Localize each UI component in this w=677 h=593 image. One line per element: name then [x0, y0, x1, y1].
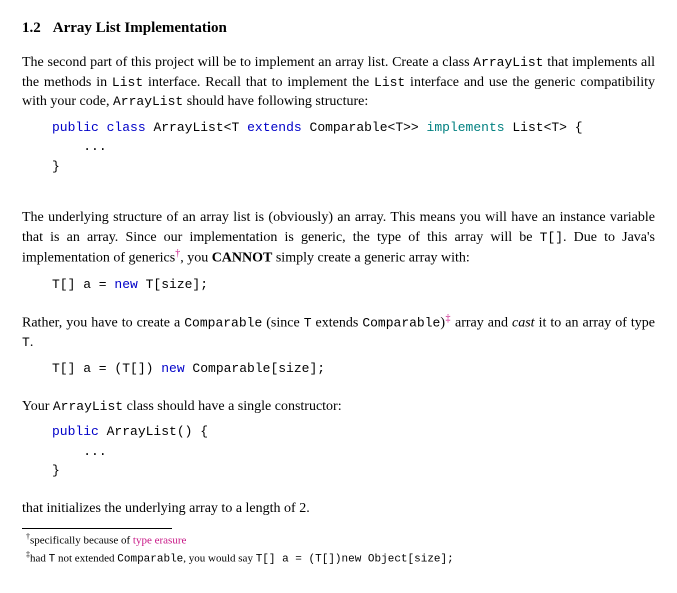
text: it to an array of type	[535, 316, 655, 331]
code-inline: List	[112, 75, 143, 90]
code-text: ArrayList() {	[99, 424, 208, 439]
text: had	[30, 553, 49, 565]
footnote-link[interactable]: type erasure	[133, 535, 186, 547]
footnote-1: †specifically because of type erasure	[32, 531, 655, 549]
code-inline: T[] a = (T[])new Object[size];	[256, 554, 454, 566]
code-block-bad-array: T[] a = new T[size];	[52, 275, 655, 295]
text: Your	[22, 399, 53, 414]
code-inline: T	[304, 316, 312, 331]
code-inline: T[]	[540, 230, 563, 245]
bold-text: CANNOT	[212, 251, 273, 266]
text: class should have a single constructor:	[123, 399, 342, 414]
code-inline: ArrayList	[473, 55, 543, 70]
code-text: T[] a =	[52, 277, 114, 292]
code-inline: Comparable	[362, 316, 440, 331]
text: simply create a generic array with:	[272, 251, 469, 266]
paragraph-init-length: that initializes the underlying array to…	[22, 499, 655, 519]
text: , you would say	[183, 553, 255, 565]
keyword: public	[52, 424, 99, 439]
text: not extended	[55, 553, 117, 565]
text: that initializes the underlying array to…	[22, 501, 310, 516]
footnote-separator	[22, 528, 172, 529]
keyword: new	[114, 277, 137, 292]
code-ellipsis: ...	[83, 139, 106, 154]
code-inline: T	[22, 335, 30, 350]
code-text: T[size];	[138, 277, 208, 292]
footnote-2: ‡had T not extended Comparable, you woul…	[32, 549, 655, 568]
code-inline: ArrayList	[53, 399, 123, 414]
code-ellipsis: ...	[83, 444, 106, 459]
italic-text: cast	[512, 316, 535, 331]
code-block-class-decl: public class ArrayList<T extends Compara…	[52, 118, 655, 177]
keyword: class	[107, 120, 146, 135]
code-text: }	[52, 159, 60, 174]
text: , you	[180, 251, 212, 266]
keyword: extends	[247, 120, 302, 135]
code-text: }	[52, 463, 60, 478]
code-text: Comparable<T>>	[310, 120, 419, 135]
text: interface. Recall that to implement the	[143, 75, 374, 90]
text: extends	[312, 316, 363, 331]
paragraph-cast-info: Rather, you have to create a Comparable …	[22, 312, 655, 353]
paragraph-array-info: The underlying structure of an array lis…	[22, 208, 655, 268]
text: .	[30, 335, 34, 350]
text: Rather, you have to create a	[22, 316, 184, 331]
text: should have following structure:	[183, 94, 368, 109]
code-block-good-array: T[] a = (T[]) new Comparable[size];	[52, 359, 655, 379]
text: specifically because of	[30, 535, 133, 547]
code-text: ArrayList<T	[153, 120, 239, 135]
keyword: implements	[427, 120, 505, 135]
code-inline: Comparable	[117, 554, 183, 566]
code-text: T[] a = (T[])	[52, 361, 161, 376]
section-heading: 1.2 Array List Implementation	[22, 18, 655, 39]
code-inline: Comparable	[184, 316, 262, 331]
section-title-text: Array List Implementation	[53, 20, 227, 36]
paragraph-constructor: Your ArrayList class should have a singl…	[22, 397, 655, 417]
text: (since	[262, 316, 303, 331]
code-block-constructor: public ArrayList() { ... }	[52, 422, 655, 481]
code-text: List<T> {	[512, 120, 582, 135]
code-inline: List	[374, 75, 405, 90]
code-text: Comparable[size];	[185, 361, 325, 376]
paragraph-intro: The second part of this project will be …	[22, 53, 655, 112]
text: array and	[451, 316, 512, 331]
section-number: 1.2	[22, 20, 41, 36]
keyword: public	[52, 120, 99, 135]
keyword: new	[161, 361, 184, 376]
text: The second part of this project will be …	[22, 55, 473, 70]
code-inline: ArrayList	[113, 94, 183, 109]
